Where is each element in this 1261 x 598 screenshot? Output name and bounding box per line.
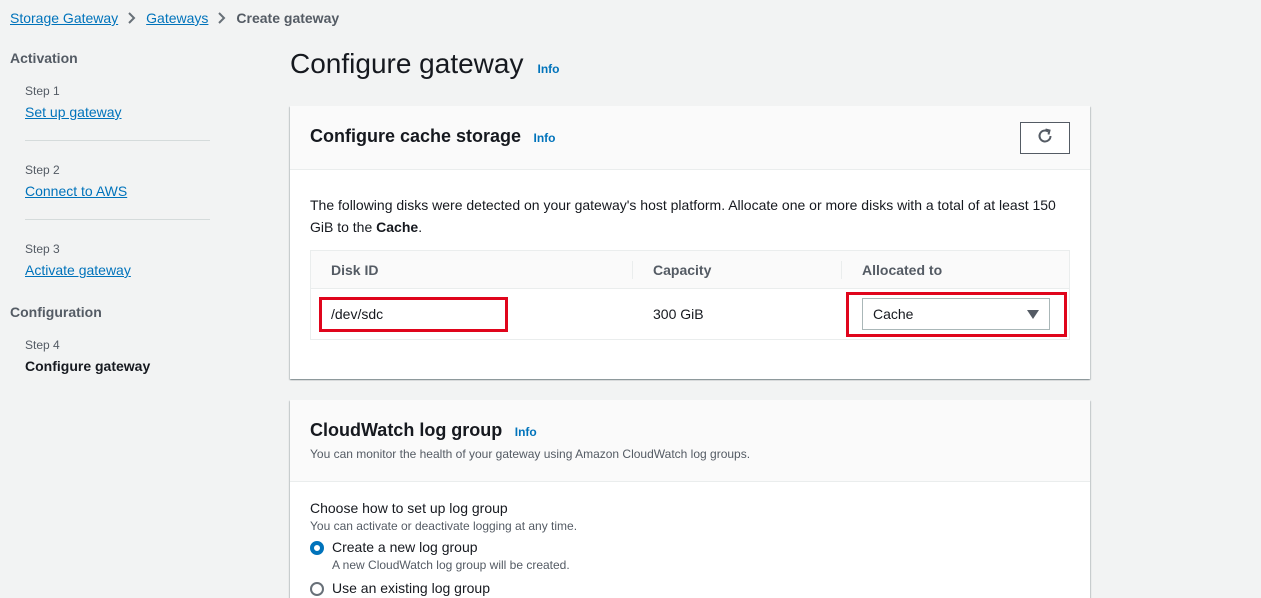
radio-button-unchecked[interactable] [310, 582, 324, 596]
step-link-activate-gateway[interactable]: Activate gateway [25, 262, 131, 278]
panel-header: CloudWatch log group Info You can monito… [290, 400, 1090, 482]
radio-label: Use an existing log group [332, 580, 490, 596]
step-current-configure-gateway: Configure gateway [25, 358, 151, 374]
radio-option-create-new[interactable]: Create a new log group A new CloudWatch … [310, 539, 1070, 572]
step-label: Step 2 [25, 163, 60, 177]
panel-body: The following disks were detected on you… [290, 170, 1090, 340]
log-group-field-hint: You can activate or deactivate logging a… [310, 519, 578, 533]
allocated-to-select[interactable]: Cache [862, 298, 1050, 330]
breadcrumb-current: Create gateway [236, 10, 340, 26]
info-link[interactable]: Info [537, 62, 559, 76]
panel-subtitle: You can monitor the health of your gatew… [310, 447, 751, 461]
log-group-field-label: Choose how to set up log group [310, 500, 508, 516]
capacity-cell: 300 GiB [653, 306, 704, 322]
caret-down-icon [1027, 309, 1039, 319]
info-link[interactable]: Info [534, 131, 556, 145]
page-header: Configure gateway Info [290, 48, 559, 80]
allocated-to-cell: Cache [842, 298, 1069, 330]
nav-step-3: Step 3 Activate gateway [10, 242, 210, 280]
info-link[interactable]: Info [515, 425, 537, 439]
breadcrumb-storage-gateway[interactable]: Storage Gateway [10, 10, 118, 26]
step-label: Step 3 [25, 242, 60, 256]
panel-header: Configure cache storage Info [290, 106, 1090, 170]
breadcrumb-gateways[interactable]: Gateways [146, 10, 208, 26]
page-title: Configure gateway [290, 48, 524, 79]
cache-description: The following disks were detected on you… [310, 197, 1056, 235]
cloudwatch-panel: CloudWatch log group Info You can monito… [290, 400, 1090, 598]
panel-title: CloudWatch log group [310, 420, 503, 440]
nav-section-activation: Activation [10, 50, 78, 66]
column-header-capacity: Capacity [633, 251, 842, 288]
table-row: /dev/sdc 300 GiB Cache [311, 289, 1069, 339]
disk-table: Disk ID Capacity Allocated to /dev/sdc 3… [310, 250, 1070, 340]
refresh-icon [1036, 127, 1054, 150]
nav-section-configuration: Configuration [10, 304, 102, 320]
panel-title: Configure cache storage [310, 126, 522, 146]
select-value: Cache [873, 306, 914, 322]
nav-step-1: Step 1 Set up gateway [10, 84, 210, 122]
radio-label: Create a new log group [332, 539, 478, 555]
step-link-connect-to-aws[interactable]: Connect to AWS [25, 183, 127, 199]
column-header-allocated-to: Allocated to [862, 261, 943, 278]
column-header-disk-id: Disk ID [311, 251, 633, 288]
step-label: Step 1 [25, 84, 60, 98]
refresh-button[interactable] [1020, 122, 1070, 154]
chevron-right-icon [128, 12, 136, 24]
wizard-nav: Activation Step 1 Set up gateway Step 2 … [10, 50, 210, 374]
cache-storage-panel: Configure cache storage Info The followi… [290, 106, 1090, 379]
table-header: Disk ID Capacity Allocated to [311, 251, 1069, 289]
divider [25, 140, 210, 141]
step-link-set-up-gateway[interactable]: Set up gateway [25, 104, 122, 120]
step-label: Step 4 [25, 338, 60, 352]
radio-button-checked[interactable] [310, 541, 324, 555]
radio-option-use-existing[interactable]: Use an existing log group [310, 580, 1070, 596]
divider [25, 219, 210, 220]
radio-description: A new CloudWatch log group will be creat… [332, 558, 570, 572]
nav-step-4: Step 4 Configure gateway [10, 338, 210, 374]
disk-id-cell: /dev/sdc [331, 306, 384, 322]
nav-step-2: Step 2 Connect to AWS [10, 163, 210, 201]
breadcrumb: Storage Gateway Gateways Create gateway [10, 10, 339, 26]
panel-body: Choose how to set up log group You can a… [290, 482, 1090, 596]
chevron-right-icon [218, 12, 226, 24]
